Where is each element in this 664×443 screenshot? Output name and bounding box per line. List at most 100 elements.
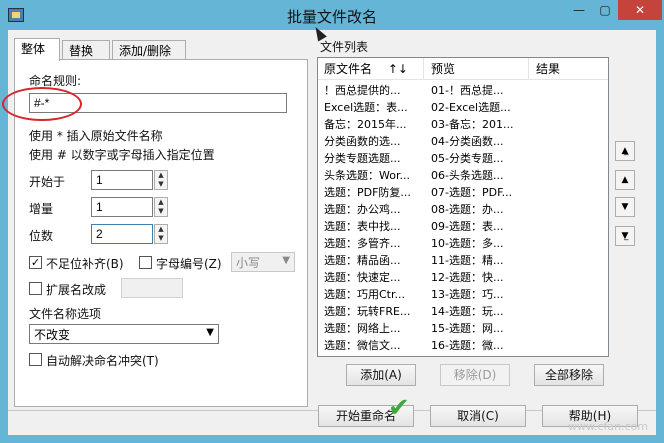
- spin-down-icon[interactable]: ▼: [155, 207, 167, 216]
- original-name-cell: 选题：玩转FRE...: [324, 305, 411, 318]
- result-cell: [530, 99, 608, 116]
- pad-checkbox[interactable]: ✓: [29, 256, 42, 269]
- start-label: 开始于: [29, 175, 66, 189]
- ext-label: 扩展名改成: [46, 283, 107, 297]
- remove-all-button[interactable]: 全部移除: [534, 364, 604, 386]
- result-cell: [530, 133, 608, 150]
- highlight-annotation: [2, 87, 82, 121]
- case-select[interactable]: 小写 ▼: [231, 252, 295, 272]
- name-option-select[interactable]: 不改变 ▼: [29, 324, 219, 344]
- col-result[interactable]: 结果: [530, 58, 608, 80]
- preview-cell: 16-选题：微...: [431, 339, 504, 352]
- original-name-cell: 选题：精品函...: [324, 254, 401, 267]
- cancel-button[interactable]: 取消(C): [430, 405, 526, 427]
- original-name-cell: 选题：办公鸡...: [324, 203, 401, 216]
- table-row[interactable]: 选题：表中找... 09-选题：表...: [318, 218, 608, 235]
- table-row[interactable]: 选题：精品函... 11-选题：精...: [318, 252, 608, 269]
- result-cell: [530, 201, 608, 218]
- spin-down-icon[interactable]: ▼: [155, 234, 167, 243]
- preview-cell: 12-选题：快...: [431, 271, 504, 284]
- add-button[interactable]: 添加(A): [346, 364, 416, 386]
- step-spinner[interactable]: ▲ ▼: [154, 197, 168, 217]
- table-row[interactable]: 选题：多管齐... 10-选题：多...: [318, 235, 608, 252]
- col-preview[interactable]: 预览: [425, 58, 529, 80]
- move-down-button[interactable]: ▼: [615, 197, 635, 217]
- preview-cell: 07-选题：PDF...: [431, 186, 513, 199]
- conflict-checkbox[interactable]: [29, 353, 42, 366]
- preview-cell: 11-选题：精...: [431, 254, 504, 267]
- name-option-label: 文件名称选项: [29, 307, 102, 321]
- checkmark-icon: ✔: [388, 393, 410, 423]
- maximize-button[interactable]: ▢: [592, 0, 618, 20]
- original-name-cell: 分类专题选题...: [324, 152, 401, 165]
- table-row[interactable]: ！西总提供的... 01-！西总提...: [318, 82, 608, 99]
- original-name-cell: 分类函数的选...: [324, 135, 401, 148]
- preview-cell: 01-！西总提...: [431, 84, 504, 97]
- step-input[interactable]: [91, 197, 153, 217]
- result-cell: [530, 235, 608, 252]
- file-list[interactable]: 原文件名 ↑↓ 预览 结果 ！西总提供的... 01-！西总提... Excel选题…: [317, 57, 609, 357]
- digits-spinner[interactable]: ▲ ▼: [154, 224, 168, 244]
- ext-input[interactable]: [121, 278, 183, 298]
- spin-up-icon[interactable]: ▲: [155, 198, 167, 207]
- move-bottom-button[interactable]: ▼̲: [615, 226, 635, 246]
- original-name-cell: 选题：PDF防复...: [324, 186, 411, 199]
- spin-up-icon[interactable]: ▲: [155, 171, 167, 180]
- col-original[interactable]: 原文件名 ↑↓: [318, 58, 424, 80]
- table-row[interactable]: 选题：网络上... 15-选题：网...: [318, 320, 608, 337]
- original-name-cell: 选题：网络上...: [324, 322, 401, 335]
- original-name-cell: 选题：表中找...: [324, 220, 401, 233]
- hint-asterisk: 使用 * 插入原始文件名称: [29, 129, 163, 143]
- tab-overall[interactable]: 整体: [14, 38, 60, 61]
- alpha-checkbox[interactable]: [139, 256, 152, 269]
- spin-down-icon[interactable]: ▼: [155, 180, 167, 189]
- table-row[interactable]: 分类专题选题... 05-分类专题...: [318, 150, 608, 167]
- minimize-button[interactable]: —: [566, 0, 592, 20]
- name-option-value: 不改变: [34, 328, 71, 342]
- title-bar: 批量文件改名 — ▢ ✕: [0, 0, 664, 30]
- table-row[interactable]: 选题：玩转FRE... 14-选题：玩...: [318, 303, 608, 320]
- result-cell: [530, 218, 608, 235]
- result-cell: [530, 184, 608, 201]
- ext-checkbox[interactable]: [29, 282, 42, 295]
- sort-icon[interactable]: ↑↓: [388, 62, 408, 76]
- result-cell: [530, 337, 608, 354]
- start-input[interactable]: [91, 170, 153, 190]
- original-name-cell: 选题：多管齐...: [324, 237, 401, 250]
- result-cell: [530, 116, 608, 133]
- table-row[interactable]: 选题：巧用Ctr... 13-选题：巧...: [318, 286, 608, 303]
- table-row[interactable]: 分类函数的选... 04-分类函数...: [318, 133, 608, 150]
- result-cell: [530, 303, 608, 320]
- start-spinner[interactable]: ▲ ▼: [154, 170, 168, 190]
- move-top-button[interactable]: ▲̲: [615, 141, 635, 161]
- preview-cell: 06-头条选题...: [431, 169, 504, 182]
- table-row[interactable]: 选题：PDF防复... 07-选题：PDF...: [318, 184, 608, 201]
- remove-button[interactable]: 移除(D): [440, 364, 510, 386]
- table-row[interactable]: 选题：办公鸡... 08-选题：办...: [318, 201, 608, 218]
- table-row[interactable]: 备忘：2015年... 03-备忘：201...: [318, 116, 608, 133]
- close-button[interactable]: ✕: [618, 0, 662, 20]
- spin-up-icon[interactable]: ▲: [155, 225, 167, 234]
- original-name-cell: 选题：快速定...: [324, 271, 401, 284]
- tab-replace[interactable]: 替换: [62, 40, 110, 60]
- digits-input[interactable]: [91, 224, 153, 244]
- preview-cell: 05-分类专题...: [431, 152, 504, 165]
- tab-add-delete[interactable]: 添加/删除: [112, 40, 186, 60]
- original-name-cell: Excel选题：表...: [324, 101, 408, 114]
- result-cell: [530, 286, 608, 303]
- table-row[interactable]: 选题：微信文... 16-选题：微...: [318, 337, 608, 354]
- table-row[interactable]: Excel选题：表... 02-Excel选题...: [318, 99, 608, 116]
- result-cell: [530, 167, 608, 184]
- app-window: 批量文件改名 — ▢ ✕ 整体 替换 添加/删除 命名规则: 使用 * 插入原始…: [0, 0, 664, 443]
- case-value: 小写: [236, 256, 261, 270]
- original-name-cell: ！西总提供的...: [324, 84, 401, 97]
- client-area: 整体 替换 添加/删除 命名规则: 使用 * 插入原始文件名称 使用 # 以数字…: [2, 24, 656, 435]
- table-row[interactable]: 头条选题：Wor... 06-头条选题...: [318, 167, 608, 184]
- preview-cell: 09-选题：表...: [431, 220, 504, 233]
- window-title: 批量文件改名: [286, 8, 377, 26]
- result-cell: [530, 150, 608, 167]
- table-row[interactable]: 选题：快速定... 12-选题：快...: [318, 269, 608, 286]
- file-list-header: 原文件名 ↑↓ 预览 结果: [318, 58, 608, 80]
- pad-label: 不足位补齐(B): [46, 257, 124, 271]
- move-up-button[interactable]: ▲: [615, 170, 635, 190]
